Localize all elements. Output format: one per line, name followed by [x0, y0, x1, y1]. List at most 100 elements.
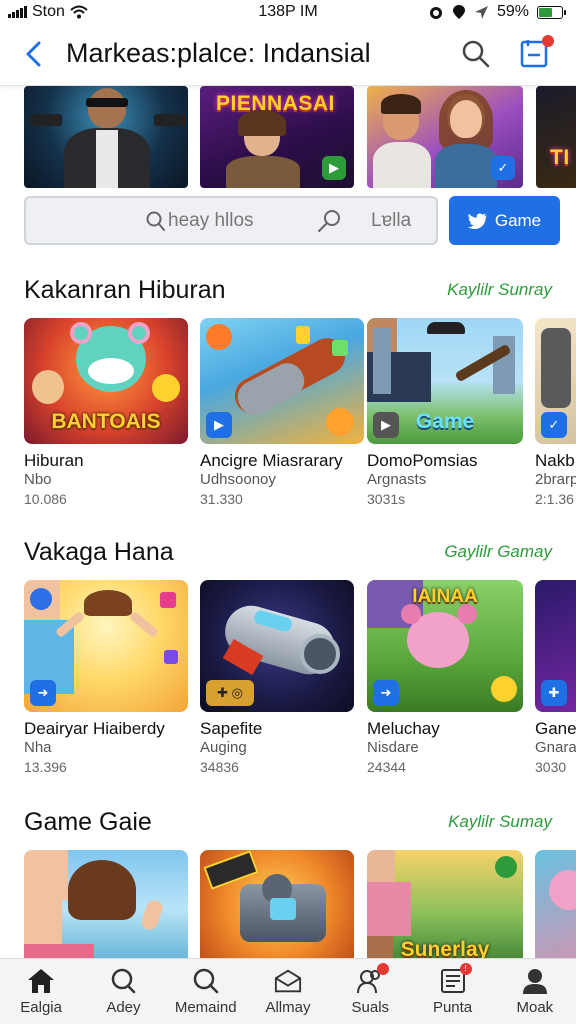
bottom-navigation: Ealgia Adey Memaind Allmay Suals ! Punta — [0, 958, 576, 1024]
banner-card[interactable] — [24, 86, 188, 188]
search-icon — [146, 211, 165, 231]
app-name: Hiburan — [24, 451, 84, 470]
play-icon: ▶ — [373, 412, 399, 438]
page-title: Markeas:plalce: Indansial — [66, 38, 371, 68]
app-card[interactable]: ✚ ◎ Sapefite Auging 34836 — [200, 580, 354, 775]
people-icon — [356, 963, 390, 995]
app-thumbnail: ✚ — [535, 580, 576, 712]
app-developer: 2brarp — [535, 471, 576, 488]
nav-label: Memaind — [174, 999, 237, 1016]
app-card[interactable] — [24, 850, 188, 958]
play-icon: ▶ — [322, 156, 346, 180]
nav-item-mail[interactable]: Allmay — [247, 959, 329, 1024]
app-card[interactable]: ▶ Ancigre Miasrarary Udhsoonoy 31.330 — [200, 318, 364, 507]
app-downloads: 3031s — [367, 491, 406, 507]
play-icon: ▶ — [206, 412, 232, 438]
app-name: Deairyar Hiaiberdy — [24, 719, 165, 738]
app-name: Sapefite — [200, 719, 263, 738]
app-developer: Nha — [24, 739, 52, 756]
news-icon: ! — [439, 963, 472, 995]
nav-item-home[interactable]: Ealgia — [0, 959, 82, 1024]
app-thumbnail — [200, 850, 354, 958]
app-thumbnail: ✚ ◎ — [200, 580, 354, 712]
app-downloads: 2:1.36 — [535, 491, 574, 507]
app-thumbnail: ▶ — [200, 318, 364, 444]
notification-badge — [542, 35, 554, 47]
section-see-all-link[interactable]: Kaylilr Sunray — [447, 280, 552, 300]
section-see-all-link[interactable]: Gaylilr Gamay — [444, 542, 552, 562]
app-developer: Argnasts — [367, 471, 427, 488]
app-card[interactable]: Sunerlay — [367, 850, 523, 958]
banner-card[interactable]: PIENNASAI ▶ — [200, 86, 354, 188]
search-button[interactable] — [460, 38, 492, 70]
mail-icon — [274, 967, 302, 995]
battery-icon — [537, 5, 566, 19]
app-card[interactable]: Game ▶ DomoPomsias Argnasts 3031s — [367, 318, 523, 507]
app-thumbnail: ➜ — [24, 580, 188, 712]
game-button-label: Game — [494, 210, 542, 230]
app-thumbnail: Sunerlay — [367, 850, 523, 958]
app-developer: Nisdare — [367, 739, 419, 756]
notification-badge — [377, 963, 390, 975]
checkmark-icon: ✓ — [491, 156, 515, 180]
app-developer: Udhsoonoy — [200, 471, 276, 488]
nav-item-explore[interactable]: Memaind — [165, 959, 247, 1024]
app-developer: Auging — [200, 739, 247, 756]
location-icon — [452, 5, 465, 19]
search-help-text: Lɐlla — [371, 210, 412, 231]
app-developer: Nbo — [24, 471, 52, 488]
game-button[interactable]: Game — [449, 196, 560, 245]
back-button[interactable] — [18, 36, 48, 72]
battery-percent: 59% — [496, 3, 529, 20]
play-icon: ➜ — [373, 680, 399, 706]
app-downloads: 13.396 — [24, 759, 67, 775]
app-name: Ancigre Miasrarary — [200, 451, 343, 470]
nav-item-social[interactable]: Suals — [329, 959, 411, 1024]
app-downloads: 10.086 — [24, 491, 67, 507]
section-title: Game Gaie — [24, 808, 152, 836]
nav-item-search[interactable]: Adey — [82, 959, 164, 1024]
search-placeholder: heay hllos — [168, 210, 254, 231]
navigation-icon — [474, 5, 488, 19]
bird-icon — [467, 213, 487, 229]
app-card[interactable]: ➜ Deairyar Hiaiberdy Nha 13.396 — [24, 580, 188, 775]
nav-label: Allmay — [265, 999, 311, 1016]
app-downloads: 34836 — [200, 759, 239, 775]
play-icon: ✓ — [541, 412, 567, 438]
app-thumbnail: Game ▶ — [367, 318, 523, 444]
nav-label: Suals — [351, 999, 390, 1016]
chevron-left-icon — [26, 41, 41, 67]
search-icon[interactable] — [316, 208, 342, 234]
app-card[interactable]: ✓ Nakb 2brarp 2:1.36 — [535, 318, 576, 508]
app-name: Meluchay — [367, 719, 440, 738]
app-card[interactable]: IAINAA ➜ Meluchay Nisdare 24344 — [367, 580, 523, 775]
app-thumbnail — [535, 850, 576, 958]
app-card[interactable] — [200, 850, 354, 958]
search-icon — [462, 40, 490, 68]
app-card[interactable] — [535, 850, 576, 958]
app-downloads: 24344 — [367, 759, 406, 775]
app-card[interactable]: BANTOAIS Hiburan Nbo 10.086 — [24, 318, 188, 507]
nav-label: Adey — [106, 999, 141, 1016]
app-thumbnail — [24, 850, 188, 958]
section-title: Vakaga Hana — [24, 538, 174, 566]
featured-banners: PIENNASAI ▶ ✓ TI — [0, 86, 576, 188]
status-bar: Ston 138P IM 59% — [0, 0, 576, 24]
nav-item-news[interactable]: ! Punta — [411, 959, 493, 1024]
banner-card[interactable]: TI — [536, 86, 576, 188]
search-input[interactable]: heay hllos Lɐlla — [24, 196, 438, 245]
banner-card[interactable]: ✓ — [367, 86, 523, 188]
app-card[interactable]: ✚ Gane Gnara 3030 — [535, 580, 576, 780]
app-developer: Gnara — [535, 739, 576, 756]
add-icon: ✚ — [541, 680, 567, 706]
app-thumbnail: ✓ — [535, 318, 576, 444]
section-see-all-link[interactable]: Kaylilr Sumay — [448, 812, 552, 832]
app-downloads: 31.330 — [200, 491, 243, 507]
nav-item-profile[interactable]: Moak — [494, 959, 576, 1024]
app-art-title: BANTOAIS — [51, 410, 161, 433]
home-icon — [27, 967, 55, 995]
notifications-button[interactable] — [520, 35, 554, 70]
add-icon: ✚ ◎ — [206, 680, 254, 706]
nav-label: Ealgia — [20, 999, 62, 1016]
app-art-title: Sunerlay — [400, 938, 490, 958]
